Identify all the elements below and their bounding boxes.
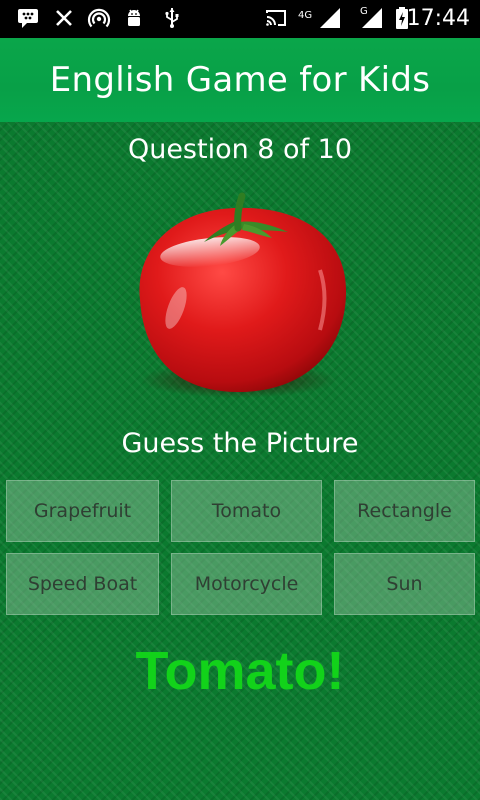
app-bar: English Game for Kids (0, 38, 480, 122)
option-sun[interactable]: Sun (334, 553, 475, 615)
option-grapefruit[interactable]: Grapefruit (6, 480, 159, 542)
bbm-icon (18, 9, 38, 28)
usb-icon (165, 8, 179, 28)
option-speed-boat[interactable]: Speed Boat (6, 553, 159, 615)
hotspot-icon (87, 8, 111, 28)
signal-4g-icon (320, 8, 340, 28)
cast-icon (266, 10, 286, 26)
close-icon (56, 10, 72, 26)
option-motorcycle[interactable]: Motorcycle (171, 553, 322, 615)
answer-options: Grapefruit Tomato Rectangle Speed Boat M… (6, 480, 476, 616)
clock: 17:44 (406, 6, 470, 31)
question-counter: Question 8 of 10 (127, 134, 353, 165)
android-debug-icon (128, 9, 140, 26)
tomato-icon (139, 192, 347, 398)
signal-g-icon (362, 8, 382, 28)
game-screen: 4G G 17:44 English Game for Kids Questio… (0, 0, 480, 800)
option-tomato[interactable]: Tomato (171, 480, 322, 542)
status-bar: 4G G 17:44 (0, 0, 480, 38)
network-4g-label: 4G (298, 10, 313, 21)
result-text: Tomato! (135, 641, 345, 701)
option-rectangle[interactable]: Rectangle (334, 480, 475, 542)
guess-prompt: Guess the Picture (121, 428, 359, 459)
app-title: English Game for Kids (49, 60, 431, 100)
